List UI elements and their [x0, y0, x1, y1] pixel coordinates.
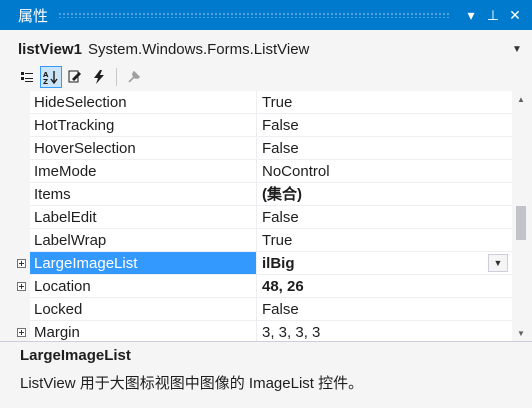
scroll-up-icon[interactable]: ▲	[512, 91, 530, 107]
property-value-text: ilBig	[262, 255, 295, 272]
property-value-text: False	[262, 301, 299, 318]
row-gutter	[12, 137, 30, 160]
property-name[interactable]: Locked	[30, 298, 257, 320]
property-row[interactable]: Location 48, 26	[12, 275, 512, 298]
properties-icon[interactable]	[64, 66, 86, 88]
property-name[interactable]: HoverSelection	[30, 137, 257, 159]
row-gutter[interactable]	[12, 321, 30, 341]
property-value-text: 3, 3, 3, 3	[262, 324, 321, 341]
property-grid: HideSelection True HotTracking False HoverSe…	[12, 91, 512, 341]
row-gutter	[12, 206, 30, 229]
property-value-text: True	[262, 232, 293, 249]
property-value[interactable]: ilBig ▼	[257, 252, 512, 274]
property-name[interactable]: HotTracking	[30, 114, 257, 136]
row-gutter	[12, 183, 30, 206]
property-value-text: NoControl	[262, 163, 330, 180]
row-gutter	[12, 91, 30, 114]
property-row[interactable]: LabelWrap True	[12, 229, 512, 252]
property-value[interactable]: 48, 26	[257, 275, 512, 297]
value-dropdown-button[interactable]: ▼	[488, 254, 508, 272]
property-value[interactable]: 3, 3, 3, 3	[257, 321, 512, 341]
svg-text:Z: Z	[43, 78, 48, 84]
title-grip[interactable]	[58, 12, 450, 18]
property-pages-icon[interactable]	[123, 66, 145, 88]
property-name[interactable]: LabelWrap	[30, 229, 257, 251]
property-value-text: False	[262, 117, 299, 134]
property-row[interactable]: Locked False	[12, 298, 512, 321]
property-value-text: True	[262, 94, 293, 111]
property-name[interactable]: Margin	[30, 321, 257, 341]
property-row[interactable]: LargeImageList ilBig ▼	[12, 252, 512, 275]
property-value[interactable]: False	[257, 298, 512, 320]
row-gutter	[12, 160, 30, 183]
property-name[interactable]: Items	[30, 183, 257, 205]
expand-icon[interactable]	[16, 328, 26, 337]
row-gutter[interactable]	[12, 275, 30, 298]
expand-icon[interactable]	[16, 282, 26, 291]
categorized-icon[interactable]	[16, 66, 38, 88]
property-value[interactable]: False	[257, 137, 512, 159]
close-icon[interactable]: ✕	[504, 4, 526, 26]
property-row[interactable]: Margin 3, 3, 3, 3	[12, 321, 512, 341]
property-row[interactable]: ImeMode NoControl	[12, 160, 512, 183]
scroll-down-icon[interactable]: ▼	[512, 325, 530, 341]
object-selector[interactable]: listView1 System.Windows.Forms.ListView …	[0, 36, 532, 62]
property-value[interactable]: False	[257, 206, 512, 228]
events-icon[interactable]	[88, 66, 110, 88]
alphabetical-icon[interactable]: AZ	[40, 66, 62, 88]
property-row[interactable]: Items (集合)	[12, 183, 512, 206]
row-gutter	[12, 229, 30, 252]
property-name[interactable]: ImeMode	[30, 160, 257, 182]
vertical-scrollbar[interactable]: ▲ ▼	[512, 91, 530, 341]
description-title: LargeImageList	[20, 347, 131, 364]
object-name: listView1	[18, 40, 82, 58]
row-gutter[interactable]	[12, 252, 30, 275]
property-name[interactable]: LabelEdit	[30, 206, 257, 228]
property-value[interactable]: NoControl	[257, 160, 512, 182]
grid-left-margin	[0, 91, 12, 341]
window-position-dropdown-icon[interactable]: ▾	[460, 4, 482, 26]
property-value-text: False	[262, 209, 299, 226]
properties-title-bar[interactable]: 属性 ▾ ⊥ ✕	[0, 0, 532, 30]
object-type: System.Windows.Forms.ListView	[87, 40, 310, 58]
property-row[interactable]: HideSelection True	[12, 91, 512, 114]
property-row[interactable]: HotTracking False	[12, 114, 512, 137]
property-value[interactable]: True	[257, 229, 512, 251]
panel-title: 属性	[18, 7, 49, 25]
property-value-text: 48, 26	[262, 278, 304, 295]
property-name[interactable]: HideSelection	[30, 91, 257, 113]
properties-toolbar: AZ	[0, 64, 532, 90]
property-name[interactable]: Location	[30, 275, 257, 297]
property-row[interactable]: HoverSelection False	[12, 137, 512, 160]
scrollbar-thumb[interactable]	[516, 206, 526, 240]
row-gutter	[12, 298, 30, 321]
description-text: ListView 用于大图标视图中图像的 ImageList 控件。	[20, 375, 364, 392]
property-name[interactable]: LargeImageList	[30, 252, 257, 274]
property-value[interactable]: (集合)	[257, 183, 512, 205]
expand-icon[interactable]	[16, 259, 26, 268]
description-pane: LargeImageList ListView 用于大图标视图中图像的 Imag…	[0, 341, 532, 408]
chevron-down-icon[interactable]: ▼	[512, 44, 526, 55]
property-value[interactable]: False	[257, 114, 512, 136]
toolbar-separator	[116, 68, 117, 86]
property-value-text: (集合)	[262, 186, 302, 203]
property-value[interactable]: True	[257, 91, 512, 113]
property-value-text: False	[262, 140, 299, 157]
property-row[interactable]: LabelEdit False	[12, 206, 512, 229]
auto-hide-pin-icon[interactable]: ⊥	[482, 4, 504, 26]
row-gutter	[12, 114, 30, 137]
